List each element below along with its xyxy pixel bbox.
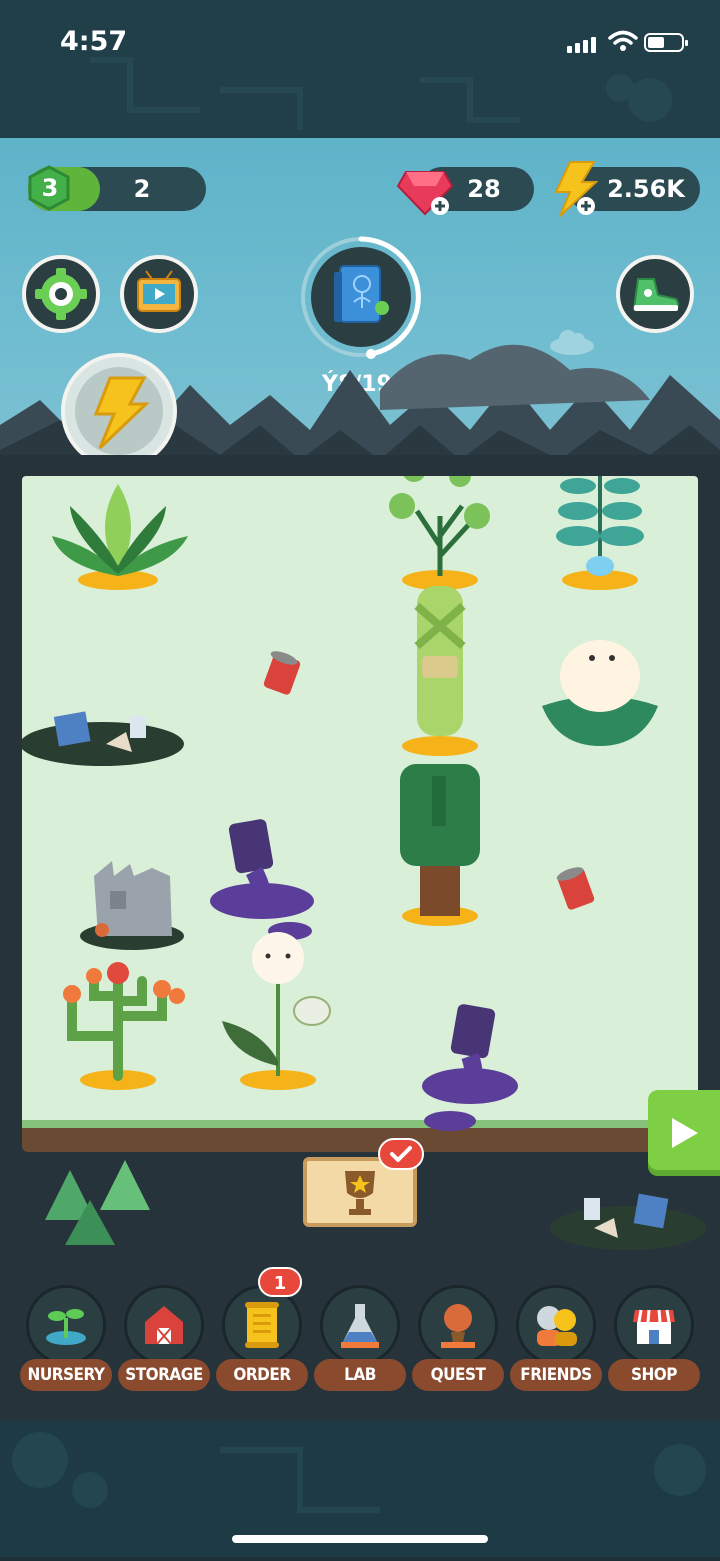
paint-spill-item-2[interactable] [422, 1003, 518, 1131]
energy-value: 2.56K [607, 175, 685, 203]
gem-icon[interactable] [396, 162, 454, 218]
trash-can-item[interactable] [263, 649, 302, 696]
flower-plant[interactable] [222, 932, 331, 1090]
nav-label-order: ORDER [216, 1359, 308, 1391]
nav-friends[interactable]: FRIENDS [510, 1285, 602, 1395]
settings-button[interactable] [22, 255, 100, 333]
order-badge: 1 [258, 1267, 302, 1297]
barn-icon [124, 1285, 204, 1365]
nav-order[interactable]: ORDER [216, 1285, 308, 1395]
fern-plant[interactable] [556, 476, 644, 590]
gear-icon [35, 268, 87, 320]
leaf-stalk-plant[interactable] [402, 586, 478, 756]
scroll-icon [222, 1285, 302, 1365]
nav-nursery[interactable]: NURSERY [20, 1285, 112, 1395]
trash-can-item-2[interactable] [555, 865, 595, 911]
lab-icon [320, 1285, 400, 1365]
home-indicator[interactable] [232, 1535, 488, 1543]
nav-quest[interactable]: QUEST [412, 1285, 504, 1395]
nav-label-friends: FRIENDS [510, 1359, 602, 1391]
square-tree[interactable] [400, 764, 480, 926]
play-icon [672, 1118, 698, 1148]
balloon-icon [418, 1285, 498, 1365]
battery-icon [644, 33, 688, 52]
tv-ad-icon [137, 270, 181, 312]
level-number: 3 [41, 174, 59, 202]
check-badge-icon [378, 1138, 424, 1170]
lightning-boost-button[interactable] [60, 352, 178, 470]
nav-storage[interactable]: STORAGE [118, 1285, 210, 1395]
blob-plant[interactable] [542, 640, 658, 746]
status-time: 4:57 [60, 26, 128, 57]
cactus-plant[interactable] [63, 962, 185, 1090]
gems-value: 28 [467, 175, 501, 203]
book-icon [334, 265, 389, 323]
garden-items [22, 476, 658, 1131]
paint-spill-item[interactable] [210, 818, 314, 940]
nav-shop[interactable]: SHOP [608, 1285, 700, 1395]
branch-plant[interactable] [389, 476, 490, 590]
trash-pile[interactable] [22, 711, 184, 766]
signal-icon [567, 34, 599, 53]
nav-label-lab: LAB [314, 1359, 406, 1391]
friends-icon [516, 1285, 596, 1365]
sneaker-icon [632, 278, 679, 311]
background-pattern [90, 57, 672, 130]
next-area-button[interactable] [648, 1090, 720, 1176]
nav-label-nursery: NURSERY [20, 1359, 112, 1391]
nav-label-storage: STORAGE [118, 1359, 210, 1391]
sprout-icon [26, 1285, 106, 1365]
nav-label-quest: QUEST [412, 1359, 504, 1391]
wifi-icon [608, 30, 638, 51]
trophy-icon [345, 1171, 375, 1215]
status-bar [0, 0, 720, 138]
pine-trees-decoration [45, 1160, 150, 1245]
level-progress-value: 2 [133, 175, 151, 203]
sneaker-button[interactable] [616, 255, 694, 333]
nav-lab[interactable]: LAB [314, 1285, 406, 1395]
shop-icon [614, 1285, 694, 1365]
leafy-plant[interactable] [52, 484, 188, 590]
ruins-item[interactable] [80, 861, 184, 950]
lightning-energy-icon[interactable] [548, 160, 600, 218]
nav-label-shop: SHOP [608, 1359, 700, 1391]
watch-ad-button[interactable] [120, 255, 198, 333]
trash-pile-2[interactable] [548, 1180, 708, 1260]
